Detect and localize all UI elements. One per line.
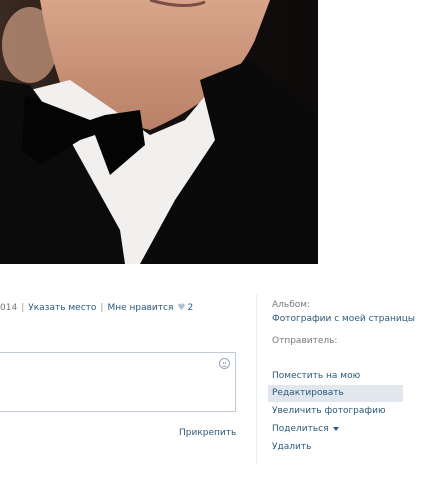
menu-item-edit[interactable]: Редактировать <box>268 385 403 402</box>
menu-item-share[interactable]: Поделиться <box>268 421 403 438</box>
menu-item-enlarge[interactable]: Увеличить фотографию <box>268 403 403 420</box>
album-label: Альбом: <box>272 300 311 310</box>
like-link[interactable]: Мне нравится <box>107 303 173 313</box>
chevron-down-icon <box>332 426 339 431</box>
smile-icon[interactable] <box>219 358 230 369</box>
heart-icon[interactable]: ♥ <box>177 303 185 313</box>
menu-item-label: Увеличить фотографию <box>272 406 386 416</box>
column-divider <box>256 294 257 464</box>
menu-item-place-on-page[interactable]: Поместить на мою страницу <box>268 368 403 398</box>
menu-item-label: Удалить <box>272 442 312 452</box>
photo-actions-bar: 014 | Указать место | Мне нравится ♥ 2 <box>0 303 194 313</box>
menu-item-delete[interactable]: Удалить <box>268 439 403 456</box>
mark-place-link[interactable]: Указать место <box>28 303 96 313</box>
photo-viewer-image[interactable] <box>0 0 318 264</box>
photo-image <box>0 0 318 264</box>
album-link[interactable]: Фотографии с моей страницы <box>272 314 415 324</box>
comment-input[interactable] <box>0 352 236 412</box>
menu-item-label: Поделиться <box>272 424 329 434</box>
attach-link[interactable]: Прикрепить <box>179 428 236 438</box>
menu-item-label: Редактировать <box>272 388 344 398</box>
like-count[interactable]: 2 <box>187 303 193 313</box>
sender-label: Отправитель: <box>272 336 338 346</box>
photo-date: 014 <box>0 303 18 313</box>
